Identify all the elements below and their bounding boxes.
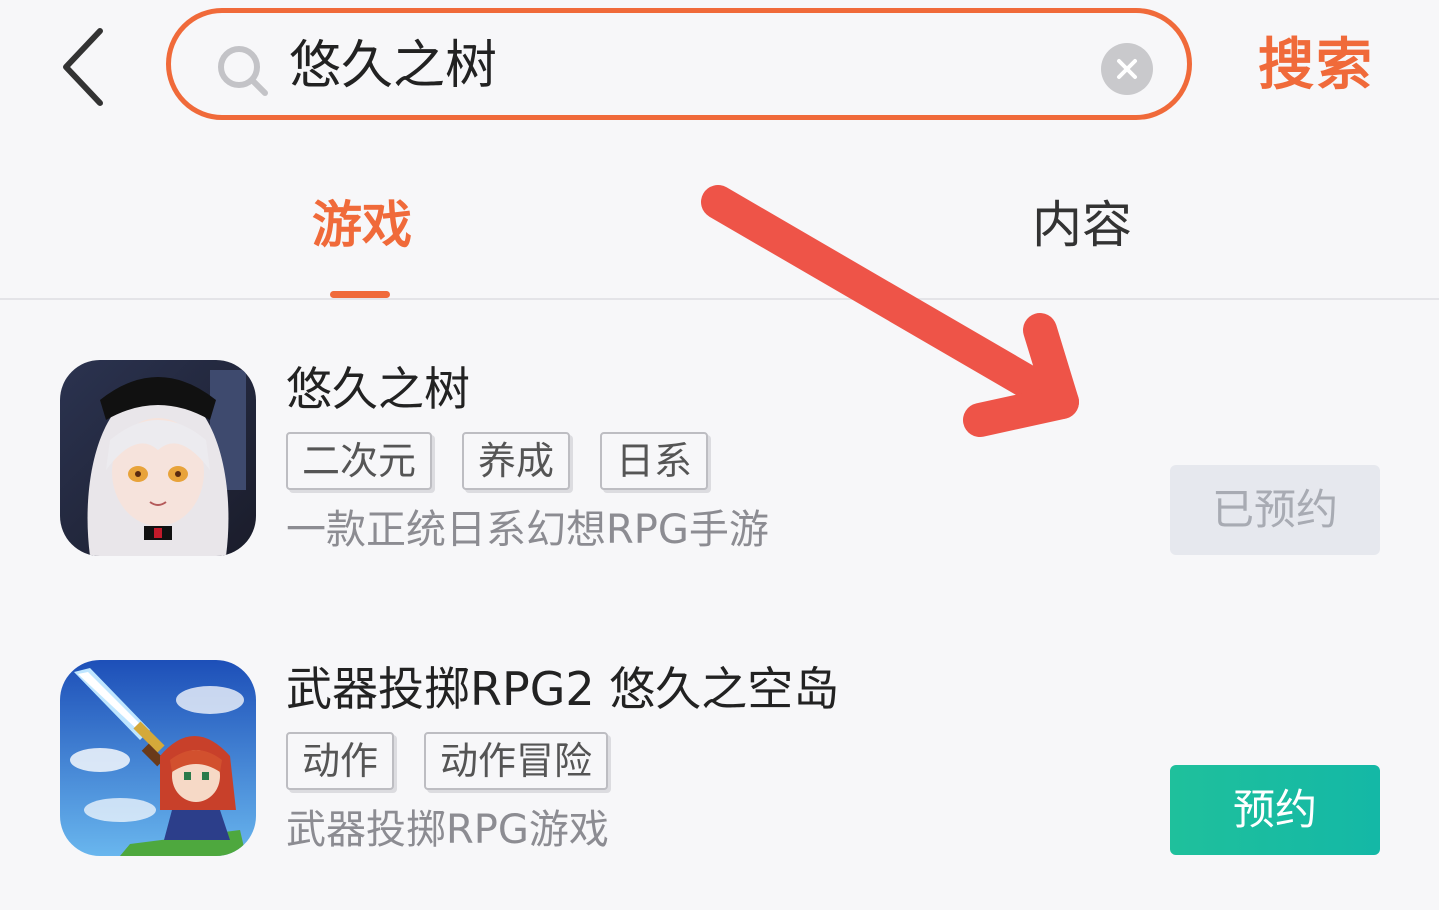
chevron-left-icon [63, 28, 103, 106]
clear-search-button[interactable] [1101, 43, 1153, 95]
top-bar: 搜索 [0, 0, 1439, 140]
tab-content[interactable]: 内容 [1032, 190, 1132, 260]
search-button[interactable]: 搜索 [1258, 26, 1374, 106]
tag[interactable]: 动作冒险 [424, 732, 609, 790]
result-tabs: 游戏 内容 [0, 170, 1439, 300]
game-title[interactable]: 武器投掷RPG2 悠久之空岛 [286, 656, 839, 722]
search-icon [218, 46, 268, 96]
search-box[interactable] [166, 8, 1192, 120]
list-item[interactable]: 武器投掷RPG2 悠久之空岛 动作 动作冒险 武器投掷RPG游戏 预约 [0, 650, 1439, 870]
list-item[interactable]: 悠久之树 二次元 养成 日系 一款正统日系幻想RPG手游 已预约 [0, 350, 1439, 570]
tag-list: 二次元 养成 日系 [286, 432, 709, 492]
tag[interactable]: 二次元 [286, 432, 433, 490]
game-icon-anime-girl[interactable] [60, 360, 256, 556]
tab-games[interactable]: 游戏 [312, 190, 412, 260]
tag[interactable]: 动作 [286, 732, 395, 790]
tag[interactable]: 养成 [462, 432, 571, 490]
game-icon-sword-girl[interactable] [60, 660, 256, 856]
back-button[interactable] [48, 22, 118, 112]
close-icon [1117, 59, 1137, 79]
active-tab-indicator [330, 291, 390, 298]
reserve-button[interactable]: 预约 [1170, 765, 1380, 855]
tag[interactable]: 日系 [600, 432, 709, 490]
game-description: 一款正统日系幻想RPG手游 [286, 507, 769, 553]
tag-list: 动作 动作冒险 [286, 732, 609, 792]
reserved-button[interactable]: 已预约 [1170, 465, 1380, 555]
game-description: 武器投掷RPG游戏 [286, 807, 609, 853]
game-title[interactable]: 悠久之树 [286, 356, 470, 422]
search-input[interactable] [289, 25, 1089, 107]
